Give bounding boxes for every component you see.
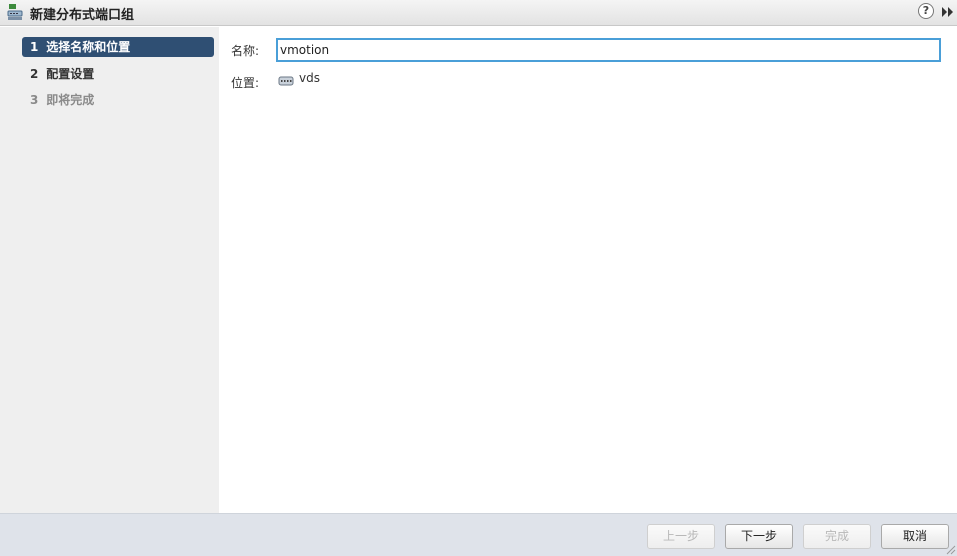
distributed-port-group-icon — [7, 4, 23, 20]
wizard-step-select-name-location[interactable]: 1 选择名称和位置 — [22, 37, 214, 57]
step-label: 选择名称和位置 — [46, 40, 131, 54]
location-value: vds — [299, 71, 320, 85]
back-button[interactable]: 上一步 — [647, 524, 715, 549]
help-icon[interactable]: ? — [918, 3, 934, 19]
dialog-title: 新建分布式端口组 — [30, 8, 135, 23]
name-input[interactable] — [276, 38, 941, 62]
step-label: 即将完成 — [46, 93, 95, 107]
name-label: 名称: — [231, 44, 260, 58]
wizard-step-ready-to-complete: 3 即将完成 — [22, 90, 214, 110]
distributed-switch-icon — [278, 76, 294, 86]
step-number: 2 — [30, 67, 39, 81]
double-chevron-right-icon[interactable] — [940, 4, 956, 20]
step-number: 1 — [30, 40, 39, 54]
wizard-step-configure-settings[interactable]: 2 配置设置 — [22, 64, 214, 84]
resize-grip-icon[interactable] — [944, 543, 956, 555]
finish-button[interactable]: 完成 — [803, 524, 871, 549]
location-label: 位置: — [231, 76, 260, 90]
cancel-button[interactable]: 取消 — [881, 524, 949, 549]
next-button[interactable]: 下一步 — [725, 524, 793, 549]
wizard-content-pane — [219, 27, 957, 513]
step-label: 配置设置 — [46, 67, 95, 81]
step-number: 3 — [30, 93, 39, 107]
dialog-title-bar: 新建分布式端口组 ? — [0, 0, 957, 26]
